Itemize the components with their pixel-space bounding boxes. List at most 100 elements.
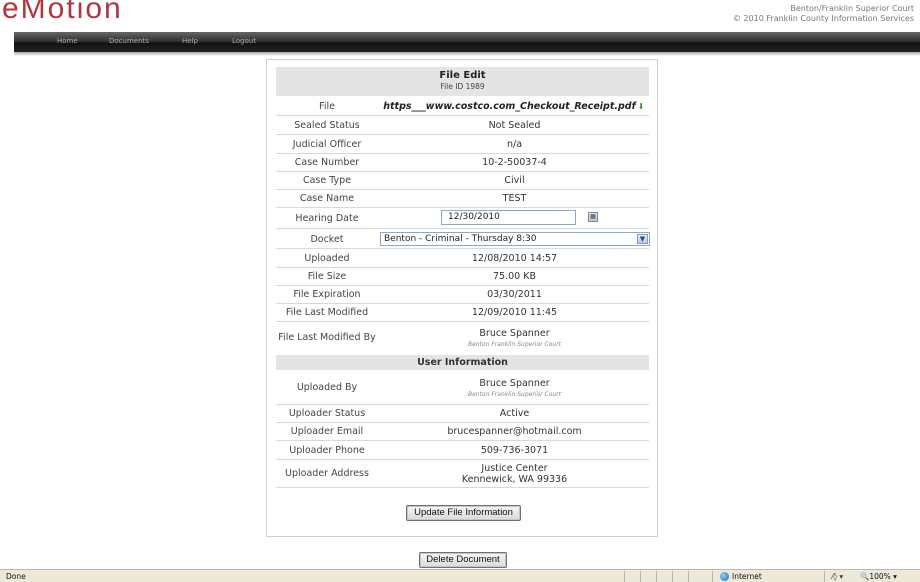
modified-by-org: Benton Franklin Superior Court [467, 340, 562, 348]
row-label: Docket [310, 233, 344, 245]
status-bar: Done Internet ⁄◊ ▾ 🔍100% ▾ [0, 569, 920, 582]
status-divider [688, 571, 689, 582]
row-value: 03/30/2011 [487, 289, 542, 300]
row-label: Sealed Status [294, 120, 360, 131]
zone-label: Internet [732, 572, 762, 581]
row-file: File https___www.costco.com_Checkout_Rec… [276, 98, 649, 116]
hearing-date-cell: 12/30/2010 ▦ [380, 208, 649, 228]
row-value: 509-736-3071 [480, 444, 549, 456]
row-value: 75.00 KB [493, 271, 536, 282]
row-judicial-officer: Judicial Officer n/a [276, 136, 649, 154]
row-label: Uploader Phone [289, 444, 365, 456]
status-divider [640, 571, 641, 582]
status-divider [624, 571, 625, 582]
row-uploader-email: Uploader Email brucespanner@hotmail.com [276, 423, 649, 441]
calendar-icon[interactable]: ▦ [588, 212, 598, 222]
row-uploader-address: Uploader Address Justice Center Kennewic… [276, 460, 649, 488]
row-label: Case Type [302, 175, 352, 186]
row-label: File [319, 101, 335, 112]
docket-selected-value: Benton - Criminal - Thursday 8:30 [384, 234, 537, 244]
uploaded-by-org: Benton Franklin Superior Court [467, 390, 562, 398]
status-divider [656, 571, 657, 582]
panel-title: File Edit [439, 70, 486, 81]
file-id: File ID 1989 [440, 82, 485, 91]
row-label: Uploaded By [296, 382, 358, 393]
row-case-type: Case Type Civil [276, 172, 649, 190]
globe-icon [720, 572, 729, 581]
file-download-link[interactable]: https___www.costco.com_Checkout_Receipt.… [383, 101, 645, 112]
panel-header: File Edit File ID 1989 [276, 67, 649, 96]
row-label: Uploader Email [290, 426, 364, 437]
security-zone[interactable]: Internet [720, 572, 762, 581]
nav-logout[interactable]: Logout [232, 37, 256, 45]
zoom-value: 100% [869, 572, 891, 581]
row-value: 12/08/2010 14:57 [471, 253, 558, 264]
row-docket: Docket Benton - Criminal - Thursday 8:30… [276, 230, 650, 249]
protected-mode-icon[interactable]: ⁄◊ ▾ [832, 572, 843, 581]
status-divider [824, 571, 825, 582]
row-value: Justice Center Kennewick, WA 99336 [380, 460, 649, 487]
file-edit-panel: File Edit File ID 1989 File https___www.… [266, 59, 658, 537]
row-value: n/a [506, 139, 523, 150]
app-logo[interactable]: eMotion [2, 0, 123, 20]
row-file-last-modified-by: File Last Modified By Bruce Spanner Bent… [276, 322, 649, 353]
row-value: Active [499, 408, 530, 419]
row-hearing-date: Hearing Date 12/30/2010 ▦ [276, 208, 649, 229]
row-file-expiration: File Expiration 03/30/2011 [276, 286, 649, 304]
row-value: 12/09/2010 11:45 [471, 307, 558, 318]
row-sealed-status: Sealed Status Not Sealed [276, 117, 649, 135]
page: eMotion Benton/Franklin Superior Court ©… [0, 0, 920, 582]
row-uploaded: Uploaded 12/08/2010 14:57 [276, 250, 649, 268]
row-uploaded-by: Uploaded By Bruce Spanner Benton Frankli… [276, 371, 649, 405]
row-label: Uploader Address [285, 468, 369, 479]
row-label: Uploaded [304, 253, 350, 264]
nav-documents[interactable]: Documents [109, 37, 149, 45]
modified-by-name: Bruce Spanner [479, 327, 550, 339]
row-value: Civil [504, 175, 525, 186]
user-information-heading: User Information [276, 355, 649, 370]
uploaded-by-name: Bruce Spanner [479, 377, 550, 389]
docket-cell: Benton - Criminal - Thursday 8:30 ▼ [380, 230, 650, 248]
row-value: 10-2-50037-4 [482, 157, 547, 168]
row-file-size: File Size 75.00 KB [276, 268, 649, 286]
status-divider [672, 571, 673, 582]
zoom-level[interactable]: 🔍100% ▾ [860, 572, 897, 581]
status-divider [712, 571, 713, 582]
nav-help[interactable]: Help [182, 37, 198, 45]
nav-home[interactable]: Home [57, 37, 78, 45]
row-label: Judicial Officer [292, 139, 362, 150]
address-line-1: Justice Center [481, 462, 548, 474]
row-file-last-modified: File Last Modified 12/09/2010 11:45 [276, 304, 649, 322]
row-case-number: Case Number 10-2-50037-4 [276, 154, 649, 172]
row-label: Hearing Date [295, 212, 359, 224]
address-line-2: Kennewick, WA 99336 [461, 473, 568, 485]
row-label: File Last Modified [285, 307, 369, 318]
row-value: Not Sealed [488, 120, 541, 131]
row-label: Case Number [294, 157, 360, 168]
row-label: Case Name [299, 193, 355, 204]
row-label: File Last Modified By [278, 332, 376, 343]
row-label: File Size [307, 271, 347, 282]
download-icon[interactable]: ⬇ [638, 102, 646, 111]
row-label: Uploader Status [288, 408, 366, 419]
row-value: Bruce Spanner Benton Franklin Superior C… [380, 371, 649, 404]
status-text: Done [6, 572, 26, 581]
org-info: Benton/Franklin Superior Court © 2010 Fr… [733, 4, 914, 24]
row-uploader-phone: Uploader Phone 509-736-3071 [276, 441, 649, 460]
row-value: Bruce Spanner Benton Franklin Superior C… [380, 322, 649, 353]
row-case-name: Case Name TEST [276, 190, 649, 208]
row-value: TEST [502, 193, 527, 204]
delete-document-button[interactable]: Delete Document [419, 552, 507, 568]
docket-select[interactable]: Benton - Criminal - Thursday 8:30 ▼ [380, 232, 650, 246]
update-file-information-button[interactable]: Update File Information [406, 505, 521, 521]
org-line-1: Benton/Franklin Superior Court [790, 4, 914, 13]
row-uploader-status: Uploader Status Active [276, 405, 649, 423]
org-line-2: © 2010 Franklin County Information Servi… [732, 14, 914, 23]
chevron-down-icon[interactable]: ▼ [637, 234, 648, 244]
file-name[interactable]: https___www.costco.com_Checkout_Receipt.… [383, 101, 635, 112]
row-value: brucespanner@hotmail.com [447, 426, 582, 437]
row-label: File Expiration [293, 289, 361, 300]
nav-bar: Home Documents Help Logout [14, 32, 920, 56]
hearing-date-input[interactable]: 12/30/2010 [441, 210, 576, 225]
row-value: https___www.costco.com_Checkout_Receipt.… [380, 98, 649, 115]
